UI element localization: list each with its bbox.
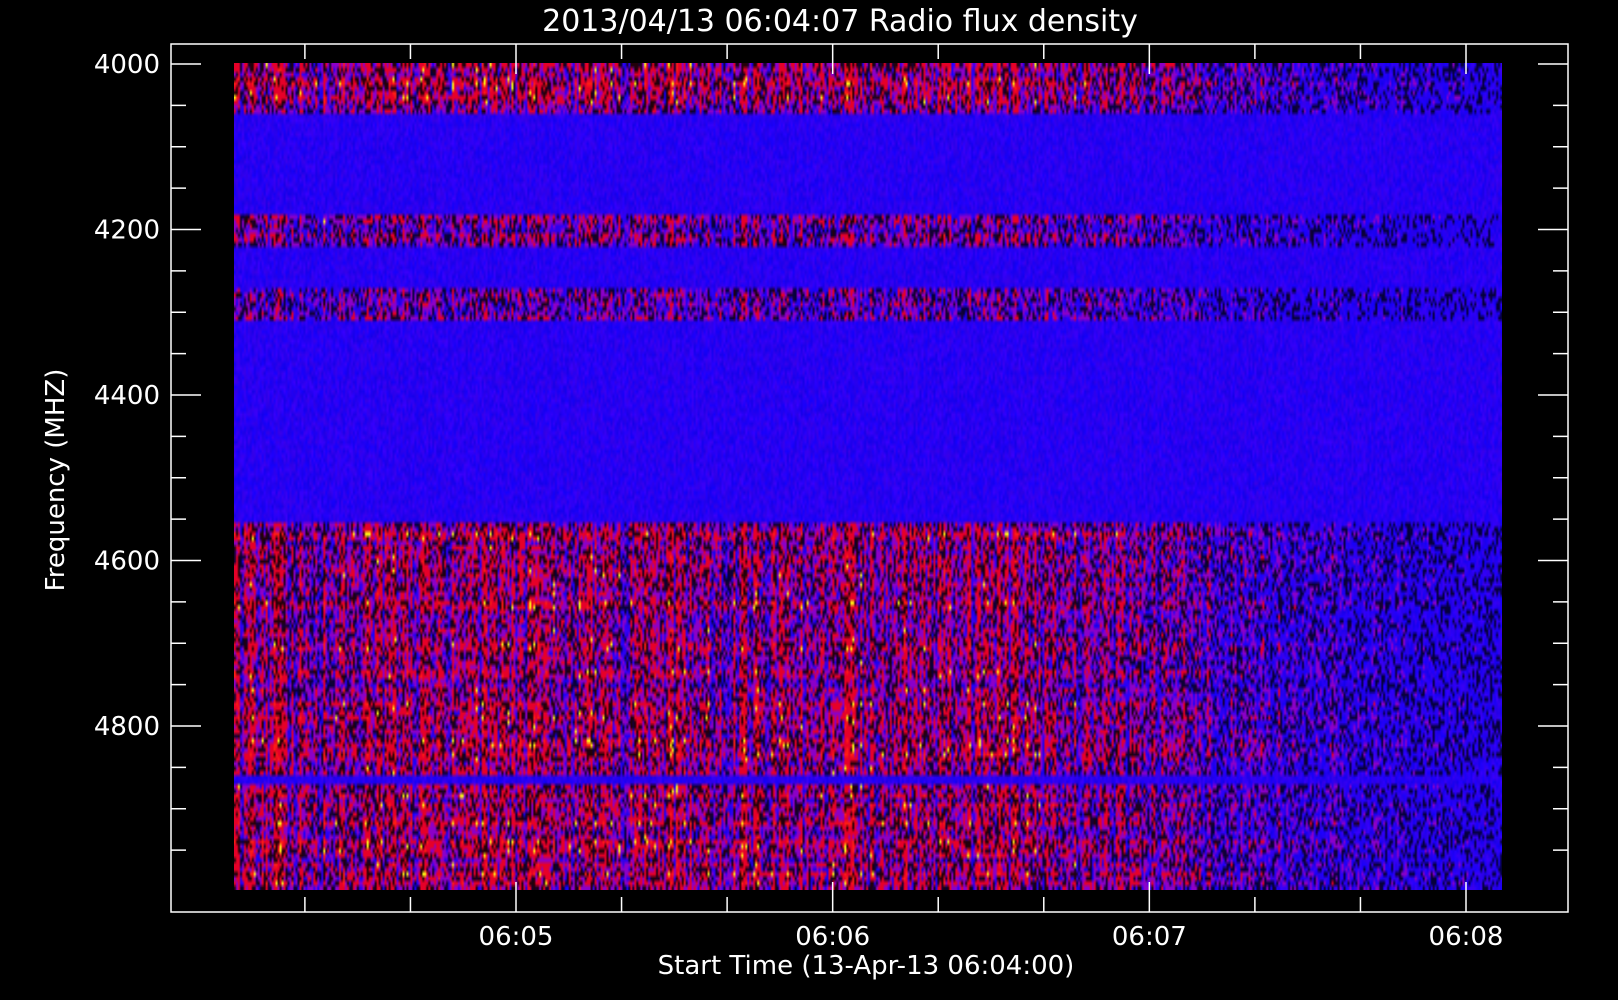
- y-tick-label: 4800: [94, 712, 160, 742]
- y-tick-label: 4600: [94, 547, 160, 577]
- x-tick-label: 06:08: [1429, 922, 1504, 952]
- x-tick-label: 06:06: [795, 922, 870, 952]
- chart-title: 2013/04/13 06:04:07 Radio flux density: [542, 4, 1138, 39]
- spectrogram-heatmap: [234, 63, 1502, 890]
- x-axis-label: Start Time (13-Apr-13 06:04:00): [658, 951, 1075, 981]
- y-tick-label: 4200: [94, 216, 160, 246]
- spectrogram-figure: 2013/04/13 06:04:07 Radio flux density 0…: [0, 0, 1618, 1000]
- y-tick-label: 4400: [94, 381, 160, 411]
- y-tick-label: 4000: [94, 50, 160, 80]
- y-axis-label: Frequency (MHZ): [41, 369, 71, 592]
- spectrogram-image: [234, 63, 1502, 890]
- x-tick-label: 06:05: [479, 922, 554, 952]
- x-tick-label: 06:07: [1112, 922, 1187, 952]
